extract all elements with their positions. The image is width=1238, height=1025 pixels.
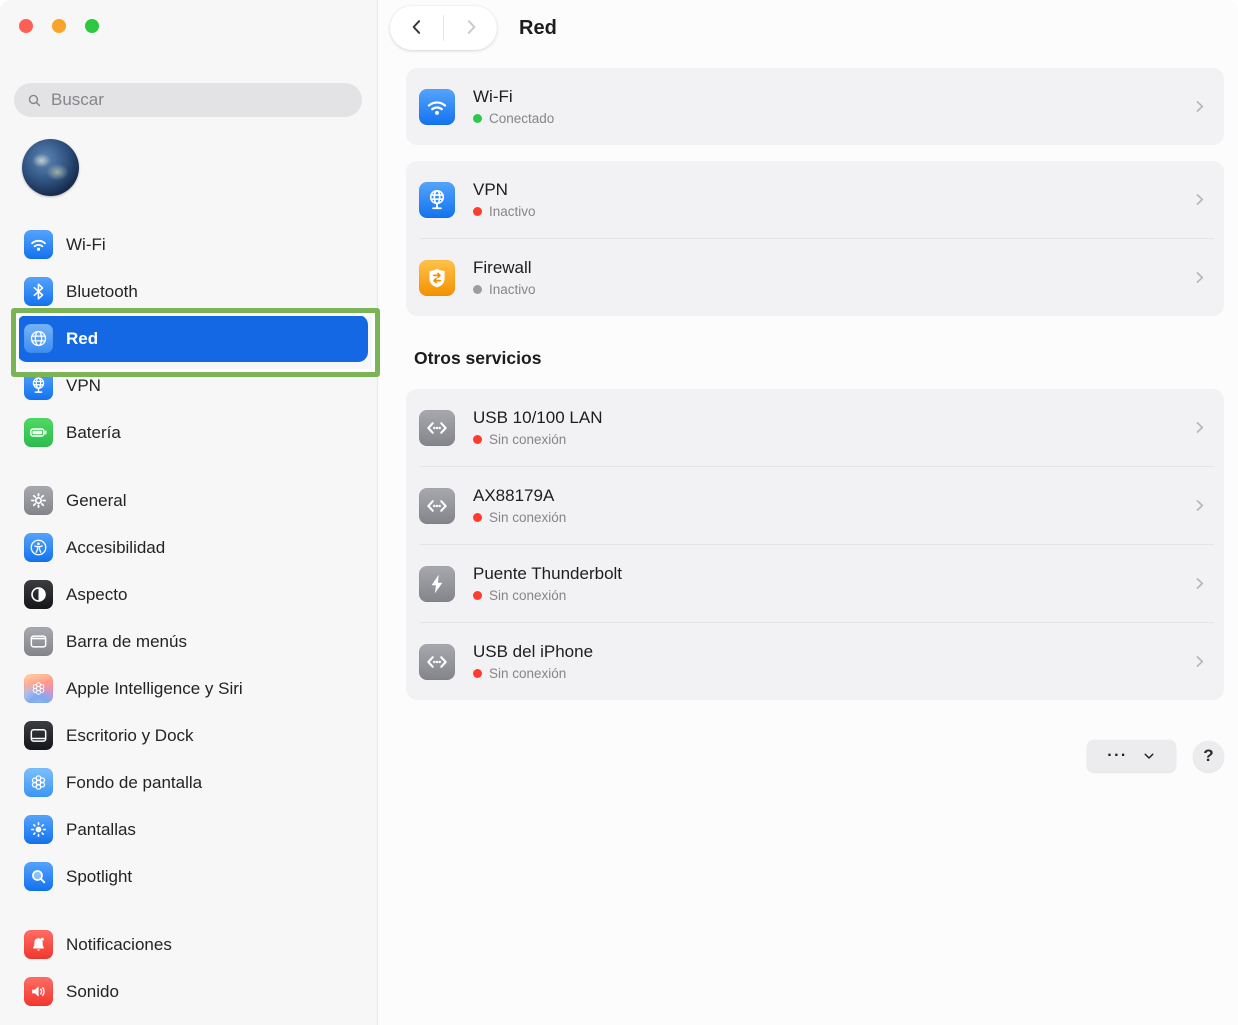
settings-row-ax88179a[interactable]: AX88179A Sin conexión bbox=[406, 467, 1224, 544]
sidebar-nav: Wi-Fi Bluetooth Red VPN Batería General … bbox=[0, 221, 377, 1015]
sidebar-item-wi-fi[interactable]: Wi-Fi bbox=[17, 221, 368, 268]
settings-card: USB 10/100 LAN Sin conexión AX88179A Sin… bbox=[406, 389, 1224, 700]
chevron-left-icon bbox=[407, 17, 427, 40]
sidebar-item-red[interactable]: Red bbox=[17, 315, 368, 362]
dock-icon bbox=[24, 721, 53, 750]
settings-row-vpn[interactable]: VPN Inactivo bbox=[406, 161, 1224, 238]
status-text: Sin conexión bbox=[489, 588, 566, 603]
status-dot bbox=[473, 591, 482, 600]
chevron-down-icon bbox=[1142, 749, 1156, 763]
accessibility-icon bbox=[24, 533, 53, 562]
sidebar-item-apple-intelligence-y-siri[interactable]: Apple Intelligence y Siri bbox=[17, 665, 368, 712]
wifi-icon bbox=[419, 89, 455, 125]
settings-row-puente-thunderbolt[interactable]: Puente Thunderbolt Sin conexión bbox=[406, 545, 1224, 622]
sidebar-item-sonido[interactable]: Sonido bbox=[17, 968, 368, 1015]
chevron-right-icon bbox=[1191, 653, 1208, 670]
status-text: Conectado bbox=[489, 111, 554, 126]
ethernet-icon bbox=[419, 644, 455, 680]
forward-button[interactable] bbox=[454, 11, 488, 45]
chevron-right-icon bbox=[1191, 497, 1208, 514]
settings-card: Wi-Fi Conectado bbox=[406, 68, 1224, 145]
sidebar-item-fondo-de-pantalla[interactable]: Fondo de pantalla bbox=[17, 759, 368, 806]
help-button[interactable]: ? bbox=[1193, 741, 1224, 772]
sidebar-item-bater-a[interactable]: Batería bbox=[17, 409, 368, 456]
chevron-right-icon bbox=[1191, 98, 1208, 115]
more-options-button[interactable]: ··· bbox=[1087, 740, 1176, 772]
ethernet-icon bbox=[419, 410, 455, 446]
status-dot bbox=[473, 435, 482, 444]
window-controls bbox=[0, 0, 377, 33]
thunderbolt-icon bbox=[419, 566, 455, 602]
gear-icon bbox=[24, 486, 53, 515]
vpn-icon bbox=[24, 371, 53, 400]
bell-icon bbox=[24, 930, 53, 959]
settings-card: VPN Inactivo Firewall Inactivo bbox=[406, 161, 1224, 316]
status-text: Sin conexión bbox=[489, 432, 566, 447]
status-dot bbox=[473, 114, 482, 123]
sidebar-item-aspecto[interactable]: Aspecto bbox=[17, 571, 368, 618]
chevron-right-icon bbox=[1191, 419, 1208, 436]
status-text: Inactivo bbox=[489, 204, 536, 219]
appearance-icon bbox=[24, 580, 53, 609]
status-text: Inactivo bbox=[489, 282, 536, 297]
globe-icon bbox=[24, 324, 53, 353]
vpn-icon bbox=[419, 182, 455, 218]
search-icon bbox=[26, 92, 43, 109]
status-dot bbox=[473, 513, 482, 522]
ellipsis-icon: ··· bbox=[1107, 748, 1127, 764]
back-button[interactable] bbox=[400, 11, 434, 45]
settings-sections-list: Wi-Fi Conectado VPN Inactivo Firewall bbox=[406, 68, 1224, 700]
wifi-icon bbox=[24, 230, 53, 259]
status-dot bbox=[473, 207, 482, 216]
system-settings-window: Buscar Wi-Fi Bluetooth Red VPN Batería G… bbox=[0, 0, 1238, 1025]
status-dot bbox=[473, 669, 482, 678]
display-icon bbox=[24, 815, 53, 844]
minimize-window-button[interactable] bbox=[52, 19, 66, 33]
sidebar: Buscar Wi-Fi Bluetooth Red VPN Batería G… bbox=[0, 0, 378, 1025]
sidebar-item-escritorio-y-dock[interactable]: Escritorio y Dock bbox=[17, 712, 368, 759]
status-dot bbox=[473, 285, 482, 294]
chevron-right-icon bbox=[461, 17, 481, 40]
main-pane: Red Wi-Fi Conectado VPN Inactivo bbox=[378, 0, 1238, 1025]
siri-icon bbox=[24, 674, 53, 703]
close-window-button[interactable] bbox=[19, 19, 33, 33]
main-header: Red bbox=[378, 0, 1238, 56]
menubar-icon bbox=[24, 627, 53, 656]
ethernet-icon bbox=[419, 488, 455, 524]
sidebar-item-pantallas[interactable]: Pantallas bbox=[17, 806, 368, 853]
settings-content: Wi-Fi Conectado VPN Inactivo Firewall bbox=[378, 56, 1238, 772]
sidebar-item-notificaciones[interactable]: Notificaciones bbox=[17, 921, 368, 968]
status-text: Sin conexión bbox=[489, 510, 566, 525]
sound-icon bbox=[24, 977, 53, 1006]
zoom-window-button[interactable] bbox=[85, 19, 99, 33]
battery-icon bbox=[24, 418, 53, 447]
settings-row-usb-10-100-lan[interactable]: USB 10/100 LAN Sin conexión bbox=[406, 389, 1224, 466]
search-input[interactable]: Buscar bbox=[14, 83, 362, 117]
wallpaper-icon bbox=[24, 768, 53, 797]
page-title: Red bbox=[519, 17, 557, 40]
chevron-right-icon bbox=[1191, 269, 1208, 286]
sidebar-item-barra-de-men-s[interactable]: Barra de menús bbox=[17, 618, 368, 665]
pill-divider bbox=[443, 15, 444, 41]
settings-row-firewall[interactable]: Firewall Inactivo bbox=[406, 239, 1224, 316]
footer-controls: ··· ? bbox=[406, 740, 1224, 772]
sidebar-item-general[interactable]: General bbox=[17, 477, 368, 524]
sidebar-item-bluetooth[interactable]: Bluetooth bbox=[17, 268, 368, 315]
avatar[interactable] bbox=[22, 139, 79, 196]
spotlight-icon bbox=[24, 862, 53, 891]
chevron-right-icon bbox=[1191, 191, 1208, 208]
sidebar-item-spotlight[interactable]: Spotlight bbox=[17, 853, 368, 900]
firewall-icon bbox=[419, 260, 455, 296]
sidebar-item-vpn[interactable]: VPN bbox=[17, 362, 368, 409]
sidebar-item-accesibilidad[interactable]: Accesibilidad bbox=[17, 524, 368, 571]
status-text: Sin conexión bbox=[489, 666, 566, 681]
section-heading-otros-servicios: Otros servicios bbox=[414, 348, 1224, 369]
bluetooth-icon bbox=[24, 277, 53, 306]
chevron-right-icon bbox=[1191, 575, 1208, 592]
history-navigation bbox=[390, 6, 497, 50]
settings-row-usb-del-iphone[interactable]: USB del iPhone Sin conexión bbox=[406, 623, 1224, 700]
search-placeholder: Buscar bbox=[51, 90, 104, 110]
settings-row-wi-fi[interactable]: Wi-Fi Conectado bbox=[406, 68, 1224, 145]
